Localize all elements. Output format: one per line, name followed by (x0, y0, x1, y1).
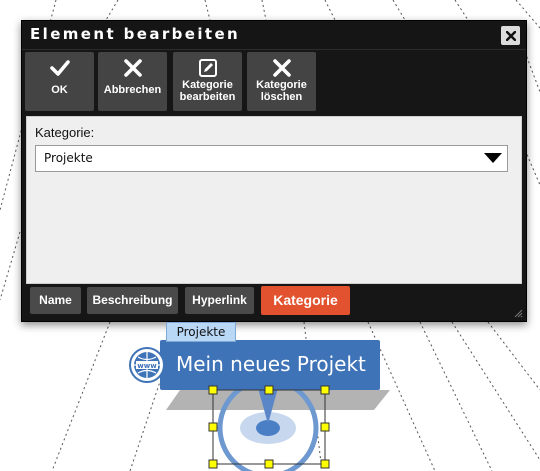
mindmap-node-graphics: www (129, 340, 390, 471)
resize-handle[interactable] (208, 422, 218, 432)
resize-handle[interactable] (320, 459, 330, 469)
resize-handle[interactable] (264, 459, 274, 469)
resize-handle[interactable] (208, 459, 218, 469)
svg-text:www: www (137, 362, 157, 370)
www-globe-icon: www (129, 347, 165, 383)
resize-handle[interactable] (320, 422, 330, 432)
node-title[interactable]: Mein neues Projekt (160, 340, 380, 388)
category-tag[interactable]: Projekte (166, 322, 236, 342)
node-shadow (166, 390, 390, 410)
